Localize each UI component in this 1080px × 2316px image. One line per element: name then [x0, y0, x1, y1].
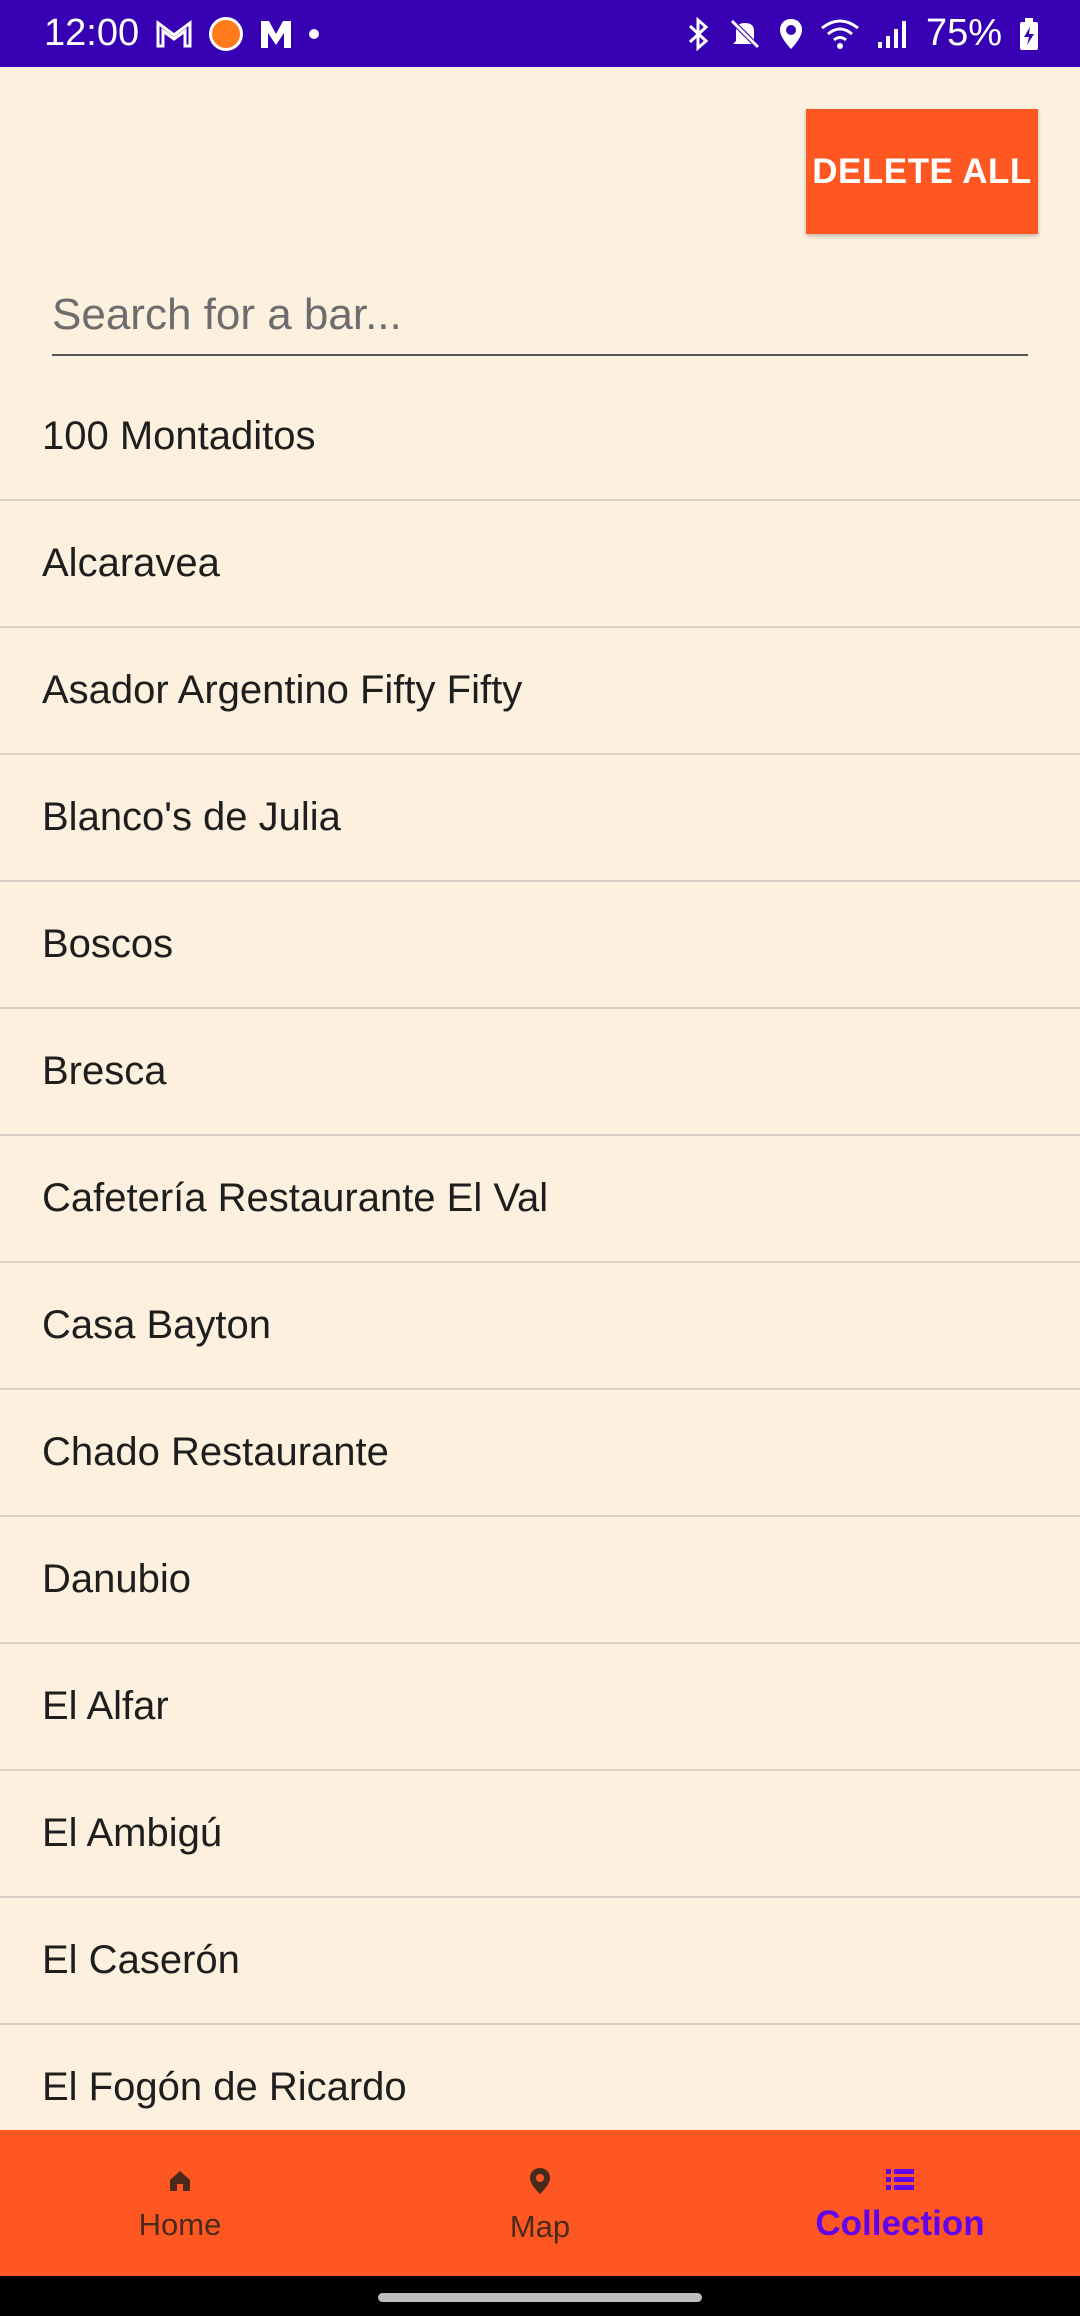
- delete-all-button[interactable]: DELETE ALL: [806, 109, 1038, 234]
- list-item[interactable]: El Fogón de Ricardo: [0, 2025, 1080, 2130]
- map-pin-icon: [529, 2167, 551, 2195]
- battery-icon: [1018, 17, 1040, 51]
- dot-icon: [309, 28, 320, 39]
- list-item[interactable]: Casa Bayton: [0, 1263, 1080, 1390]
- list-item[interactable]: Alcaravea: [0, 501, 1080, 628]
- search-field: [52, 278, 1028, 356]
- list-icon: [886, 2168, 914, 2190]
- bar-list: 100 Montaditos Alcaravea Asador Argentin…: [0, 374, 1080, 2130]
- nav-map-label: Map: [509, 2209, 571, 2244]
- list-item[interactable]: El Alfar: [0, 1644, 1080, 1771]
- list-item[interactable]: 100 Montaditos: [0, 374, 1080, 501]
- bluetooth-icon: [686, 16, 712, 51]
- mute-icon: [728, 17, 762, 51]
- list-item[interactable]: Cafetería Restaurante El Val: [0, 1136, 1080, 1263]
- status-left: 12:00: [44, 12, 320, 55]
- nav-home-label: Home: [138, 2207, 222, 2242]
- location-icon: [778, 17, 804, 51]
- app-icon: [209, 16, 244, 51]
- list-item[interactable]: Blanco's de Julia: [0, 755, 1080, 882]
- system-navigation-bar: [0, 2276, 1080, 2316]
- battery-percent: 75%: [925, 12, 1002, 54]
- list-item[interactable]: Boscos: [0, 882, 1080, 1009]
- home-icon: [168, 2169, 192, 2193]
- list-item[interactable]: Bresca: [0, 1009, 1080, 1136]
- list-item[interactable]: Danubio: [0, 1517, 1080, 1644]
- list-item[interactable]: Asador Argentino Fifty Fifty: [0, 628, 1080, 755]
- nav-collection-label: Collection: [815, 2204, 985, 2243]
- home-gesture-handle[interactable]: [378, 2293, 702, 2302]
- status-bar: 12:00 75%: [0, 0, 1080, 67]
- list-item[interactable]: El Caserón: [0, 1898, 1080, 2025]
- list-item[interactable]: Chado Restaurante: [0, 1390, 1080, 1517]
- status-time: 12:00: [44, 12, 140, 54]
- gmail-icon: [155, 19, 193, 49]
- signal-icon: [876, 18, 910, 50]
- nav-map[interactable]: Map: [360, 2130, 720, 2276]
- nav-home[interactable]: Home: [0, 2130, 360, 2276]
- list-item[interactable]: El Ambigú: [0, 1771, 1080, 1898]
- search-input[interactable]: [52, 278, 1028, 352]
- nav-collection[interactable]: Collection: [720, 2130, 1080, 2276]
- status-right: 75%: [686, 12, 1040, 55]
- bottom-navigation: Home Map Collection: [0, 2130, 1080, 2276]
- wifi-icon: [820, 18, 860, 50]
- m-icon: [259, 18, 293, 50]
